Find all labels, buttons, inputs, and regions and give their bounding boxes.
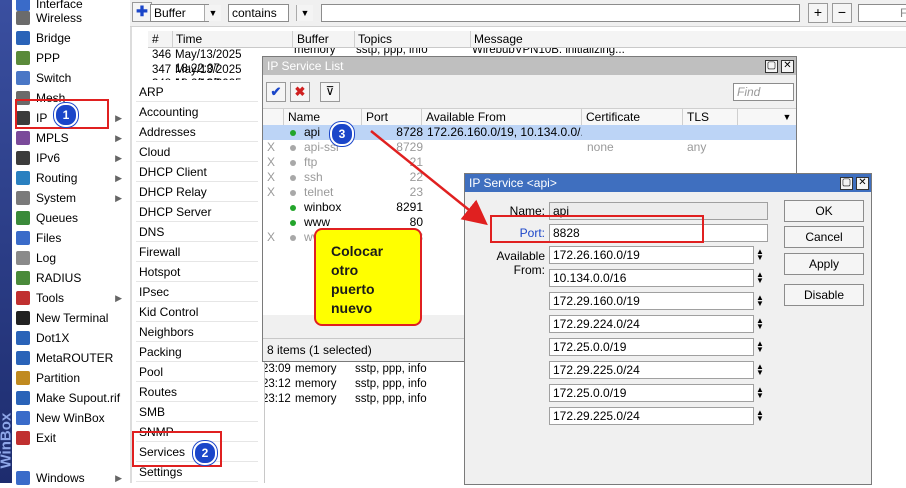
callout-note: Colocar otro puerto nuevo [314,228,422,326]
arrow-to-port-icon [370,130,488,226]
note-line: nuevo [331,300,373,316]
note-line: Colocar [331,243,384,259]
note-line: otro [331,262,359,278]
note-line: puerto [331,281,375,297]
arrow-annotation [370,130,488,226]
